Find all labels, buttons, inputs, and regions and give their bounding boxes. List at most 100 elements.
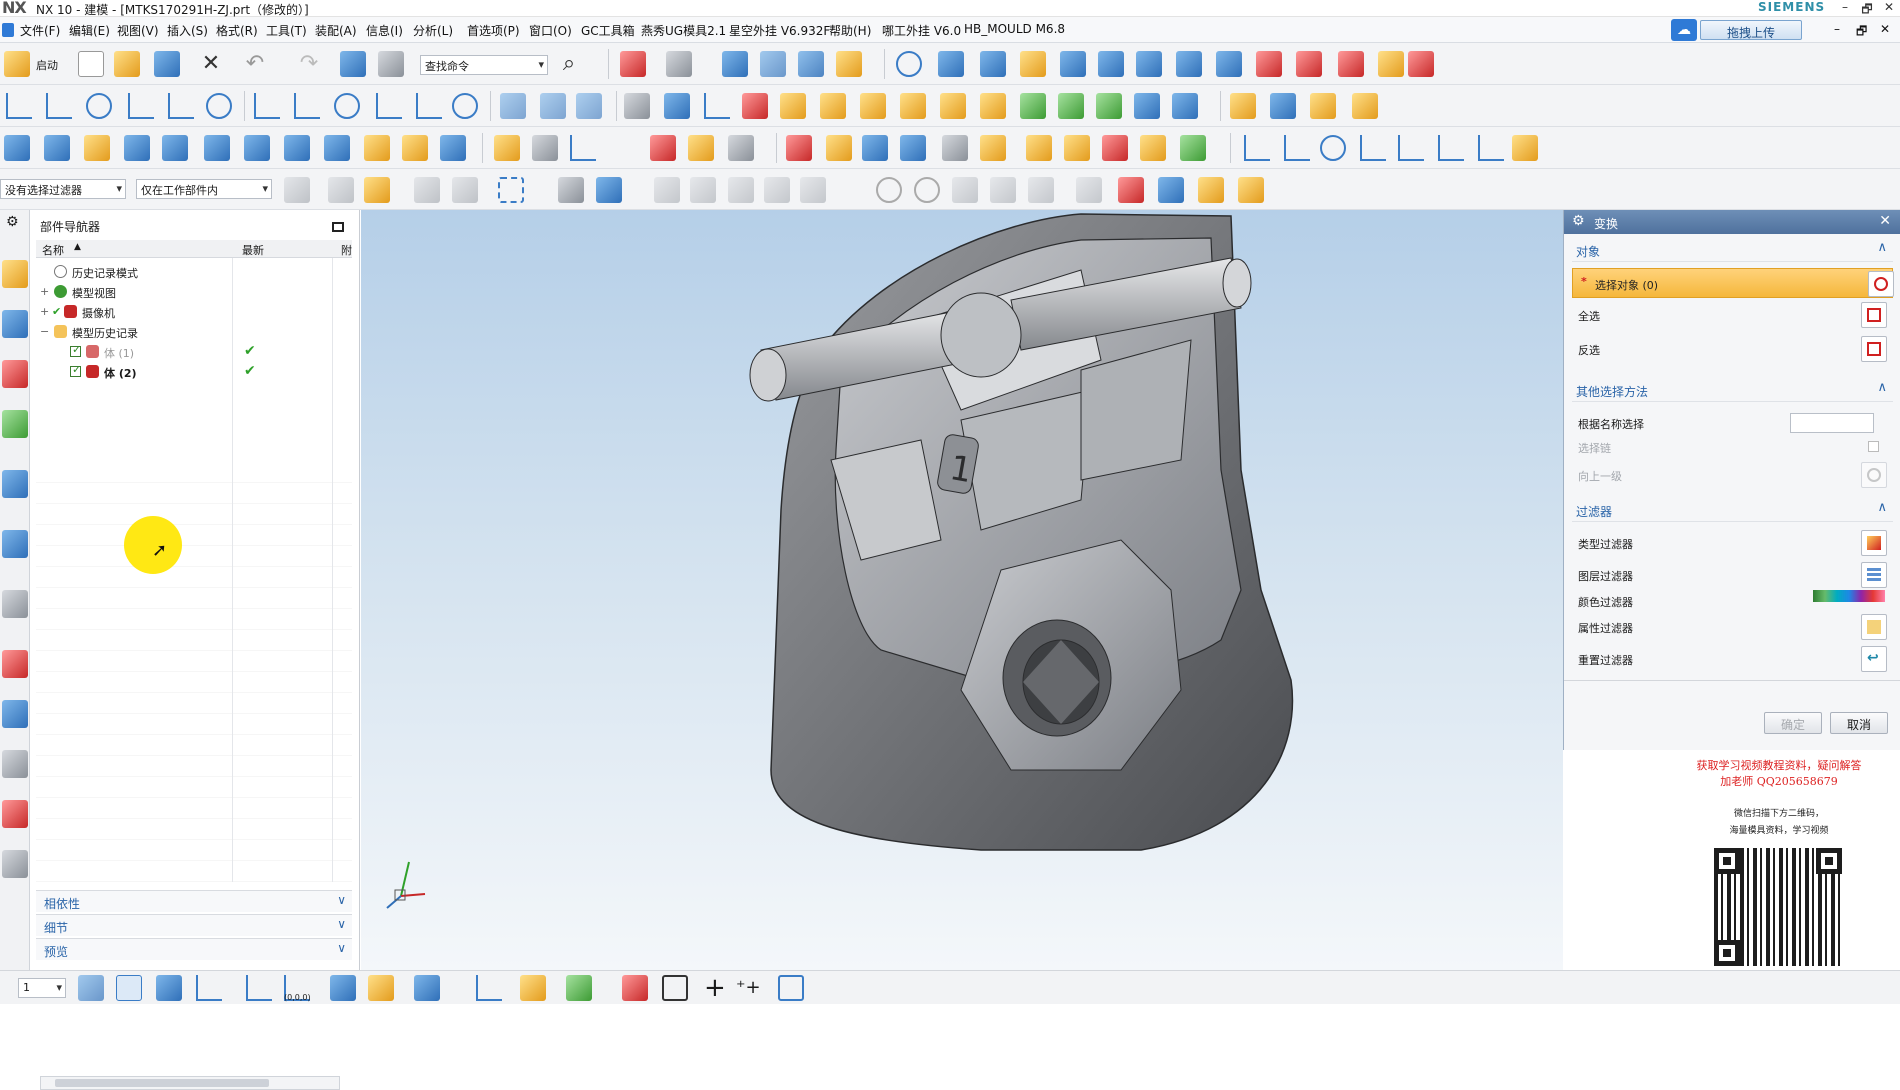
plane-icon[interactable] — [688, 135, 714, 161]
block-2-icon[interactable] — [244, 135, 270, 161]
spline-6-icon[interactable] — [1478, 135, 1504, 161]
snap-mid-icon[interactable] — [728, 177, 754, 203]
manufacturing-wizard-icon[interactable] — [2, 750, 28, 778]
plus-icon[interactable]: + — [704, 973, 726, 1003]
electrode-3-icon[interactable] — [900, 135, 926, 161]
section-icon[interactable] — [622, 975, 648, 1001]
curve-line-icon[interactable] — [254, 93, 280, 119]
palette-icon[interactable] — [980, 135, 1006, 161]
arc-icon[interactable] — [86, 93, 112, 119]
red-cube-icon[interactable] — [786, 135, 812, 161]
cancel-button[interactable]: 取消 — [1830, 712, 1888, 734]
cut-icon[interactable]: ✕ — [198, 51, 224, 77]
scope-combo[interactable]: 仅在工作部件内 — [136, 179, 272, 199]
render-style-icon[interactable] — [666, 51, 692, 77]
spline-2-icon[interactable] — [1284, 135, 1310, 161]
layer-filter-button[interactable] — [1861, 562, 1887, 588]
constraint-navigator-icon[interactable] — [2, 360, 28, 388]
color-filter-swatch[interactable] — [1813, 590, 1885, 602]
invert-selection-row[interactable]: 反选 — [1572, 334, 1893, 364]
grid-icon[interactable] — [1076, 177, 1102, 203]
revolve-icon[interactable] — [980, 51, 1006, 77]
menu-nagong-plugin[interactable]: 哪工外挂 V6.0 — [882, 22, 961, 39]
system-materials-icon[interactable] — [2, 650, 28, 678]
open-folder-icon[interactable] — [114, 51, 140, 77]
select-coord-icon[interactable] — [650, 135, 676, 161]
snap-on-curve-icon[interactable] — [990, 177, 1016, 203]
extrude-icon[interactable] — [938, 51, 964, 77]
menu-window[interactable]: 窗口(O) — [529, 22, 572, 39]
up-one-level-button[interactable] — [1861, 462, 1887, 488]
coordinate-icon[interactable] — [570, 135, 596, 161]
wcs-triad[interactable] — [381, 856, 441, 919]
curve-arc-icon[interactable] — [334, 93, 360, 119]
box-3-icon[interactable] — [900, 93, 926, 119]
snap-control-icon[interactable] — [764, 177, 790, 203]
circle-r-icon[interactable] — [532, 135, 558, 161]
cooling-icon[interactable] — [1026, 135, 1052, 161]
layout-1-icon[interactable] — [500, 93, 526, 119]
collapse-icon[interactable]: − — [40, 325, 49, 338]
transform-icon[interactable] — [340, 51, 366, 77]
display-icon[interactable] — [414, 975, 440, 1001]
layers-icon[interactable] — [4, 135, 30, 161]
ruler-icon[interactable] — [520, 975, 546, 1001]
undo-icon[interactable]: ↶ — [242, 51, 268, 77]
snap-intersect-icon[interactable] — [800, 177, 826, 203]
blend-icon[interactable] — [1060, 51, 1086, 77]
close-icon[interactable]: ✕ — [1879, 213, 1891, 229]
sheet-icon[interactable] — [284, 135, 310, 161]
dialog-title-bar[interactable]: ⚙ 变换 ✕ — [1564, 210, 1900, 234]
ok-button[interactable]: 确定 — [1764, 712, 1822, 734]
bridge-icon[interactable] — [1230, 93, 1256, 119]
spline-3-icon[interactable] — [1360, 135, 1386, 161]
group-filter[interactable]: 过滤器 ∧ — [1572, 500, 1893, 522]
chamfer-icon[interactable] — [1098, 51, 1124, 77]
surface-icon[interactable] — [742, 93, 768, 119]
layout-2-icon[interactable] — [540, 93, 566, 119]
bar-icon[interactable] — [1310, 93, 1336, 119]
electrode-icon[interactable] — [826, 135, 852, 161]
refresh-icon[interactable] — [662, 975, 688, 1001]
wcs-orient-icon[interactable] — [246, 975, 272, 1001]
navigator-hscrollbar[interactable] — [40, 1076, 340, 1090]
menu-help[interactable]: 帮助(H) — [829, 22, 871, 39]
spline-5-icon[interactable] — [1438, 135, 1464, 161]
start-icon[interactable] — [4, 51, 30, 77]
snap-4-icon[interactable] — [452, 177, 478, 203]
menu-file[interactable]: 文件(F) — [20, 22, 60, 39]
menu-assembly[interactable]: 装配(A) — [315, 22, 357, 39]
line-2-icon[interactable] — [46, 93, 72, 119]
curve-line-2-icon[interactable] — [294, 93, 320, 119]
hole-icon[interactable] — [1020, 51, 1046, 77]
ejector-icon[interactable] — [84, 135, 110, 161]
body-1-checkbox[interactable] — [70, 343, 81, 357]
type-filter-combo[interactable]: 没有选择过滤器 — [0, 179, 126, 199]
cooling-3-icon[interactable] — [1102, 135, 1128, 161]
angle-icon[interactable] — [168, 93, 194, 119]
mould-base-icon[interactable] — [44, 135, 70, 161]
menu-info[interactable]: 信息(I) — [366, 22, 403, 39]
component-icon[interactable] — [1134, 93, 1160, 119]
cooling-2-icon[interactable] — [1064, 135, 1090, 161]
sheet-2-icon[interactable] — [324, 135, 350, 161]
tree-row-model-views[interactable]: + 模型视图 — [36, 282, 352, 302]
trim-body-icon[interactable] — [1338, 51, 1364, 77]
new-file-icon[interactable] — [78, 51, 104, 77]
tree-row-body-1[interactable]: 体 (1) ✔ — [36, 342, 352, 362]
red-box-icon[interactable] — [1118, 177, 1144, 203]
tree-row-model-history[interactable]: − 模型历史记录 — [36, 322, 352, 342]
save-icon[interactable] — [154, 51, 180, 77]
orange-box-icon[interactable] — [1238, 177, 1264, 203]
axis-icon[interactable] — [704, 93, 730, 119]
fit-view-icon[interactable] — [620, 51, 646, 77]
datum-icon[interactable] — [728, 135, 754, 161]
web-browser-icon[interactable] — [2, 470, 28, 498]
select-crosshair-button[interactable] — [1868, 271, 1894, 297]
reuse-library-icon[interactable] — [2, 410, 28, 438]
section-view-icon[interactable] — [836, 51, 862, 77]
menu-edit[interactable]: 编辑(E) — [69, 22, 110, 39]
insert-icon[interactable] — [364, 135, 390, 161]
menu-preferences[interactable]: 首选项(P) — [467, 22, 520, 39]
menu-yanxiu-mould[interactable]: 燕秀UG模具2.1 — [641, 22, 726, 39]
